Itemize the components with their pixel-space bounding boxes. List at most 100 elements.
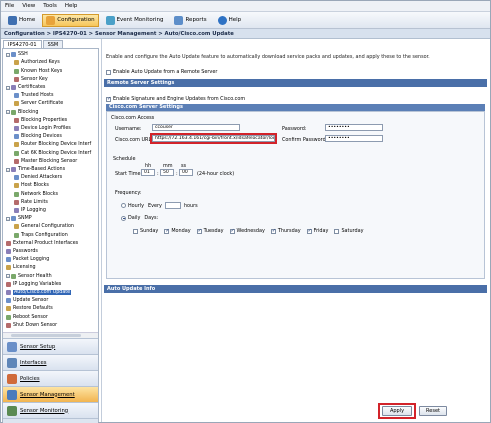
- configuration-button[interactable]: Configuration: [42, 13, 99, 27]
- toolbar: Home Configuration Event Monitoring Repo…: [1, 12, 490, 29]
- tree-item[interactable]: Update Sensor: [6, 298, 48, 304]
- nav-button[interactable]: Policies: [3, 370, 98, 386]
- menu-tools[interactable]: Tools: [43, 3, 57, 9]
- tree-item[interactable]: Blocking Devices: [14, 134, 62, 140]
- tree-item[interactable]: Packet Logging: [6, 257, 49, 263]
- event-monitoring-button[interactable]: Event Monitoring: [102, 14, 168, 27]
- menu-view[interactable]: View: [22, 3, 35, 9]
- weekday-checkbox[interactable]: [164, 228, 170, 234]
- main-content: Enable and configure the Auto Update fea…: [101, 39, 490, 422]
- home-button[interactable]: Home: [4, 14, 39, 27]
- enable-cisco-checkbox[interactable]: [106, 96, 111, 102]
- auto-update-info-header[interactable]: Auto Update Info: [104, 285, 487, 293]
- hourly-radio[interactable]: [121, 203, 126, 208]
- tree-node-icon: [14, 224, 19, 230]
- weekday-checkbox[interactable]: [196, 228, 202, 234]
- tree-item[interactable]: Rate Limits: [14, 199, 48, 206]
- weekday-checkbox[interactable]: [334, 228, 340, 234]
- start-hour-input[interactable]: 01: [141, 169, 155, 176]
- username-input[interactable]: ccouser: [152, 124, 240, 131]
- tree-item[interactable]: Blocking Properties: [14, 117, 67, 124]
- tree-item[interactable]: Denied Attackers: [14, 175, 62, 181]
- reset-button[interactable]: Reset: [419, 406, 447, 416]
- tree-item[interactable]: External Product Interfaces: [6, 240, 78, 247]
- tree-expander-icon[interactable]: -: [6, 85, 10, 90]
- tree-item[interactable]: Restore Defaults: [6, 306, 53, 312]
- tree-item[interactable]: Traps Configuration: [14, 232, 68, 238]
- start-minute-input[interactable]: 50: [160, 169, 174, 176]
- remote-server-settings-header[interactable]: Remote Server Settings: [104, 79, 487, 87]
- tree-expander-icon[interactable]: -: [6, 216, 10, 221]
- tree-expander-icon[interactable]: -: [6, 110, 10, 115]
- tree-item[interactable]: Known Host Keys: [14, 68, 62, 74]
- start-second-input[interactable]: 00: [179, 169, 193, 176]
- home-label: Home: [19, 17, 36, 23]
- tree-item[interactable]: Device Login Profiles: [14, 126, 71, 132]
- help-button[interactable]: Help: [214, 14, 246, 27]
- tree-expander-icon[interactable]: -: [6, 167, 10, 172]
- tree-item[interactable]: Cat 6K Blocking Device Interf: [14, 150, 91, 156]
- tab-ssm[interactable]: SSM: [42, 40, 64, 48]
- nav-button[interactable]: Sensor Monitoring: [3, 402, 98, 418]
- scrollbar-thumb[interactable]: [11, 334, 81, 337]
- weekday-checkbox[interactable]: [133, 228, 138, 234]
- tree-node-icon: [11, 273, 16, 279]
- tree-item[interactable]: - SNMP: [6, 216, 32, 222]
- tree-item[interactable]: - Sensor Health: [6, 273, 52, 279]
- tree-item[interactable]: - Blocking: [6, 109, 38, 115]
- tree-item[interactable]: Licensing: [6, 265, 36, 271]
- navigation-tree: - SSH Authorized Keys Known Host Keys Sensor…: [3, 49, 98, 332]
- nav-footer: [3, 418, 98, 423]
- daily-radio[interactable]: [121, 215, 126, 221]
- tree-node-icon: [6, 322, 11, 328]
- nav-button-label: Sensor Monitoring: [20, 407, 69, 414]
- confirm-password-input[interactable]: ••••••••: [325, 135, 383, 142]
- tree-item[interactable]: - Certificates: [6, 85, 45, 91]
- tree-item[interactable]: General Configuration: [14, 224, 74, 230]
- tree-expander-icon[interactable]: -: [6, 52, 10, 57]
- tree-item[interactable]: Trusted Hosts: [14, 93, 54, 99]
- tree-item[interactable]: Shut Down Sensor: [6, 322, 58, 329]
- tree-item-label: Authorized Keys: [21, 60, 60, 66]
- enable-remote-checkbox[interactable]: [106, 69, 111, 75]
- tree-item-label: Shut Down Sensor: [13, 322, 58, 328]
- tree-item-label: Licensing: [13, 265, 36, 271]
- tree-item-label: Server Certificate: [21, 101, 64, 107]
- tree-item[interactable]: Auto/Cisco.com Update: [6, 290, 72, 296]
- nav-button[interactable]: Interfaces: [3, 354, 98, 370]
- tree-item-label: General Configuration: [21, 224, 74, 230]
- tree-item[interactable]: Sensor Key: [14, 76, 48, 83]
- hourly-every-input[interactable]: [164, 202, 181, 209]
- menu-help[interactable]: Help: [65, 3, 78, 9]
- days-label: Days:: [144, 215, 159, 221]
- tree-item[interactable]: Authorized Keys: [14, 60, 60, 66]
- menu-file[interactable]: File: [5, 3, 14, 9]
- tree-item[interactable]: IP Logging: [14, 208, 46, 214]
- tree-item[interactable]: Server Certificate: [14, 101, 63, 107]
- tree-item[interactable]: Router Blocking Device Interf: [14, 142, 91, 148]
- tree-item[interactable]: - SSH: [6, 52, 28, 58]
- nav-button[interactable]: Sensor Management: [3, 386, 98, 402]
- weekday-checkbox[interactable]: [306, 228, 312, 234]
- tree-item-label: IP Logging Variables: [13, 281, 62, 287]
- tree-item[interactable]: Reboot Sensor: [6, 314, 48, 320]
- tab-ips4270[interactable]: IPS4270-01: [3, 40, 42, 48]
- weekday-checkbox[interactable]: [229, 228, 235, 234]
- weekday-checkbox[interactable]: [270, 228, 276, 234]
- tree-item-label: Denied Attackers: [21, 175, 63, 181]
- tree-expander-icon[interactable]: -: [6, 274, 10, 279]
- tree-item[interactable]: Passwords: [6, 249, 38, 255]
- apply-button[interactable]: Apply: [382, 406, 412, 416]
- tree-node-icon: [6, 249, 11, 255]
- reports-button[interactable]: Reports: [170, 14, 210, 27]
- tree-item[interactable]: - Time-Based Actions: [6, 167, 65, 173]
- tree-item[interactable]: Master Blocking Sensor: [14, 158, 77, 165]
- password-input[interactable]: ••••••••: [325, 124, 383, 131]
- tree-item[interactable]: IP Logging Variables: [6, 281, 62, 288]
- tree-item[interactable]: Network Blocks: [14, 191, 58, 197]
- tree-node-icon: [14, 68, 19, 74]
- app-window: File View Tools Help Home Configuration …: [0, 0, 491, 423]
- nav-button[interactable]: Sensor Setup: [3, 338, 98, 354]
- clock-note: (24-hour clock): [197, 171, 235, 177]
- tree-item[interactable]: Host Blocks: [14, 183, 49, 189]
